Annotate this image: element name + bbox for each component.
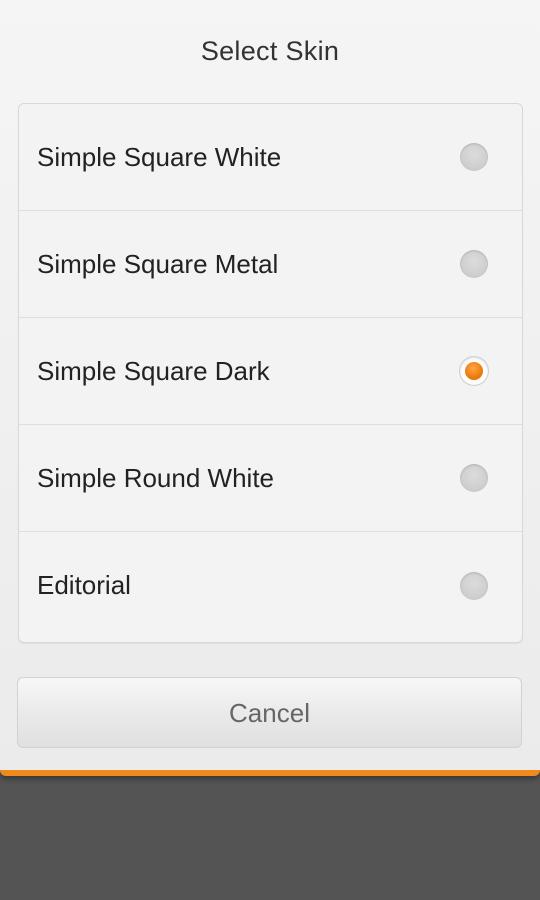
skin-option-editorial[interactable]: Editorial [19,532,522,639]
skin-option-simple-round-white[interactable]: Simple Round White [19,425,522,532]
skin-option-label: Simple Square White [37,141,282,172]
skin-option-simple-square-white[interactable]: Simple Square White [19,104,522,211]
skin-options-list: Simple Square White Simple Square Metal … [18,103,523,643]
skin-option-simple-square-dark[interactable]: Simple Square Dark [19,318,522,425]
skin-option-label: Editorial [37,570,131,600]
skin-option-label: Simple Square Metal [37,248,279,279]
dialog-title: Select Skin [200,36,340,66]
radio-button-icon[interactable] [460,143,488,171]
radio-button-icon[interactable] [460,464,488,492]
cancel-button[interactable]: Cancel [17,677,522,748]
radio-button-checked-icon[interactable] [460,357,488,385]
select-skin-dialog: Select Skin Simple Square White Simple S… [0,0,540,776]
radio-button-icon[interactable] [460,571,488,600]
radio-button-icon[interactable] [460,250,488,278]
skin-option-label: Simple Square Dark [37,355,270,386]
skin-option-simple-square-metal[interactable]: Simple Square Metal [19,211,522,318]
skin-option-label: Simple Round White [37,462,274,493]
